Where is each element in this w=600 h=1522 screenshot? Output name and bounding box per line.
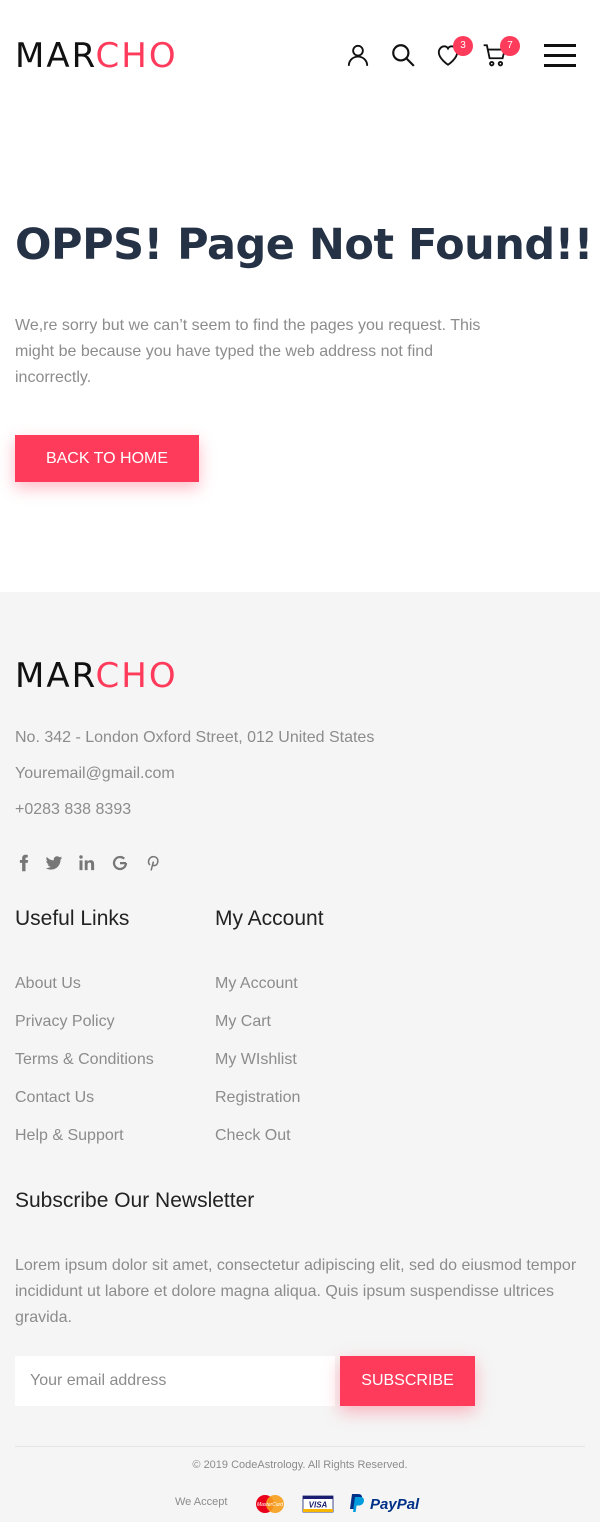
link-privacy-policy[interactable]: Privacy Policy: [15, 1012, 115, 1032]
my-account-title: My Account: [215, 907, 324, 930]
link-my-cart[interactable]: My Cart: [215, 1012, 271, 1032]
svg-text:VISA: VISA: [309, 1501, 328, 1510]
footer-phone[interactable]: +0283 838 8393: [15, 800, 131, 820]
footer-address: No. 342 - London Oxford Street, 012 Unit…: [15, 729, 375, 746]
footer-divider: [15, 1446, 585, 1447]
footer-logo[interactable]: MARCHO: [15, 658, 178, 694]
newsletter-email-input[interactable]: [15, 1356, 335, 1406]
mastercard-icon: MasterCard: [252, 1492, 288, 1516]
link-registration[interactable]: Registration: [215, 1088, 300, 1108]
search-icon[interactable]: [390, 42, 416, 68]
linkedin-icon[interactable]: [78, 854, 96, 872]
useful-links-title: Useful Links: [15, 907, 130, 930]
link-check-out[interactable]: Check Out: [215, 1126, 291, 1146]
newsletter-text: Lorem ipsum dolor sit amet, consectetur …: [15, 1257, 577, 1326]
error-message: We,re sorry but we can’t seem to find th…: [15, 317, 481, 386]
wishlist-icon[interactable]: 3: [435, 36, 473, 68]
site-logo[interactable]: MARCHO: [15, 38, 178, 74]
site-header: MARCHO 3 7: [0, 0, 600, 110]
newsletter-title: Subscribe Our Newsletter: [15, 1189, 255, 1212]
svg-text:PayPal: PayPal: [370, 1496, 420, 1513]
link-terms-conditions[interactable]: Terms & Conditions: [15, 1050, 154, 1070]
copyright-text: © 2019 CodeAstrology. All Rights Reserve…: [192, 1459, 408, 1471]
facebook-icon[interactable]: [15, 854, 33, 872]
paypal-icon: PayPal: [348, 1492, 428, 1516]
footer-email[interactable]: Youremail@gmail.com: [15, 764, 175, 784]
cart-icon[interactable]: 7: [482, 36, 520, 68]
user-icon[interactable]: [345, 42, 371, 68]
link-help-support[interactable]: Help & Support: [15, 1126, 124, 1146]
visa-icon: VISA: [302, 1492, 334, 1516]
cart-count-badge: 7: [500, 36, 520, 56]
link-my-account[interactable]: My Account: [215, 974, 298, 994]
site-footer: MARCHO No. 342 - London Oxford Street, 0…: [0, 592, 600, 1522]
wishlist-count-badge: 3: [453, 36, 473, 56]
subscribe-button[interactable]: SUBSCRIBE: [340, 1356, 475, 1406]
link-about-us[interactable]: About Us: [15, 974, 81, 994]
google-icon[interactable]: [111, 854, 129, 872]
link-contact-us[interactable]: Contact Us: [15, 1088, 94, 1108]
twitter-icon[interactable]: [45, 854, 63, 872]
link-my-wishlist[interactable]: My WIshlist: [215, 1050, 297, 1070]
svg-text:MasterCard: MasterCard: [257, 1502, 283, 1508]
back-to-home-button[interactable]: BACK TO HOME: [15, 435, 199, 482]
hamburger-menu-icon[interactable]: [544, 44, 576, 68]
we-accept-label: We Accept: [175, 1496, 228, 1508]
pinterest-icon[interactable]: [144, 854, 162, 872]
error-title: OPPS! Page Not Found!!: [15, 220, 593, 270]
